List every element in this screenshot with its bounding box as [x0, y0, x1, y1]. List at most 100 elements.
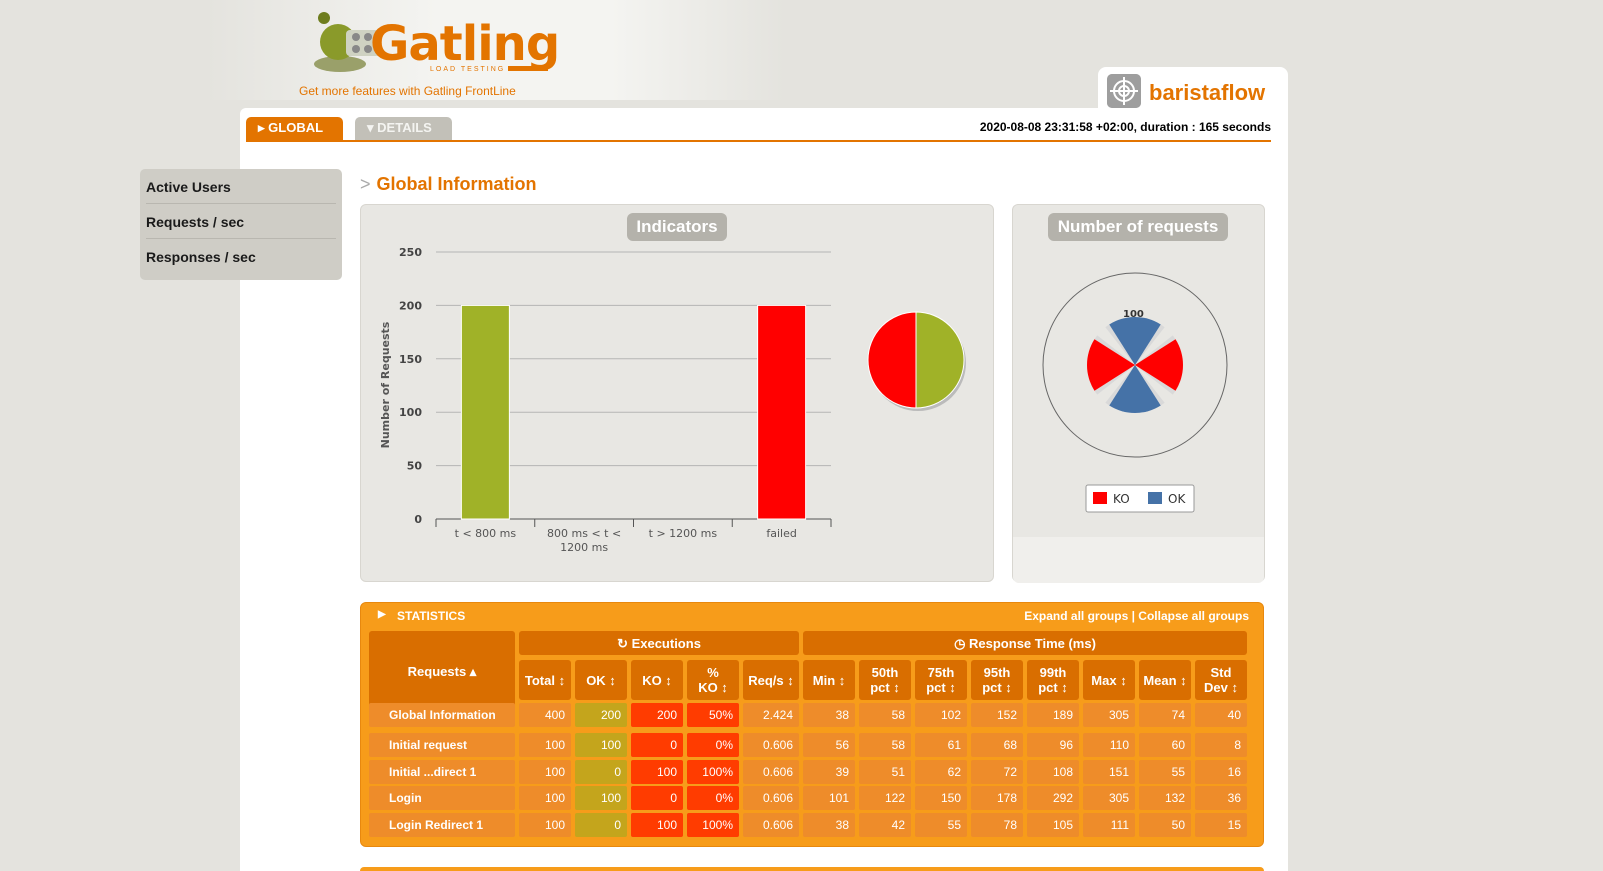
- column-header[interactable]: 50th pct ↕: [859, 660, 911, 700]
- table-cell: 72: [971, 759, 1023, 784]
- table-cell: 100: [575, 786, 627, 810]
- table-cell: 0: [631, 786, 683, 810]
- table-row-name[interactable]: Login: [369, 786, 515, 810]
- legend-swatch: [1093, 492, 1107, 504]
- statistics-panel: ▶ STATISTICS Expand all groups | Collaps…: [360, 602, 1264, 847]
- table-cell: 100%: [687, 759, 739, 784]
- table-cell: 111: [1083, 812, 1135, 837]
- expand-all-link[interactable]: Expand all groups: [1024, 609, 1128, 623]
- table-cell: 50%: [687, 703, 739, 727]
- table-cell: 305: [1083, 703, 1135, 727]
- table-row-name[interactable]: Initial request: [369, 733, 515, 757]
- tab-details-label: DETAILS: [377, 120, 432, 135]
- column-header[interactable]: Max ↕: [1083, 660, 1135, 700]
- x-tick-label: failed: [766, 527, 796, 540]
- table-cell: 200: [575, 703, 627, 727]
- table-cell: 15: [1195, 812, 1247, 837]
- table-cell: 101: [803, 786, 855, 810]
- target-icon: [1107, 74, 1141, 108]
- table-cell: 36: [1195, 786, 1247, 810]
- pie-legend: KO OK: [1085, 484, 1195, 513]
- group-header-executions: ↻ Executions: [519, 631, 799, 655]
- table-cell: 0: [575, 812, 627, 837]
- section-title-text: Global Information: [376, 174, 537, 194]
- table-cell: 152: [971, 703, 1023, 727]
- column-header[interactable]: 75th pct ↕: [915, 660, 967, 700]
- table-cell: 51: [859, 759, 911, 784]
- collapse-all-link[interactable]: Collapse all groups: [1138, 609, 1249, 623]
- bar: [757, 304, 807, 520]
- table-cell: 55: [1139, 759, 1191, 784]
- table-cell: 38: [803, 812, 855, 837]
- table-cell: 305: [1083, 786, 1135, 810]
- legend-label: OK: [1168, 492, 1186, 506]
- sidebar-item-responses-per-sec[interactable]: Responses / sec: [146, 239, 336, 274]
- y-tick-label: 250: [399, 246, 422, 259]
- table-cell: 132: [1139, 786, 1191, 810]
- table-cell: 39: [803, 759, 855, 784]
- table-cell: 0.606: [743, 733, 799, 757]
- table-cell: 0%: [687, 786, 739, 810]
- table-cell: 100: [631, 812, 683, 837]
- column-header[interactable]: Total ↕: [519, 660, 571, 700]
- table-cell: 178: [971, 786, 1023, 810]
- table-cell: 56: [803, 733, 855, 757]
- column-header[interactable]: Req/s ↕: [743, 660, 799, 700]
- table-row-name[interactable]: Login Redirect 1: [369, 812, 515, 837]
- table-cell: 61: [915, 733, 967, 757]
- table-cell: 96: [1027, 733, 1079, 757]
- table-cell: 55: [915, 812, 967, 837]
- simulation-name: baristaflow: [1149, 80, 1266, 105]
- legend-label: KO: [1113, 492, 1130, 506]
- x-tick-label: 1200 ms: [560, 541, 608, 554]
- global-row-name[interactable]: Global Information: [369, 703, 515, 727]
- table-cell: 0.606: [743, 812, 799, 837]
- table-cell: 0: [631, 733, 683, 757]
- column-header[interactable]: Std Dev ↕: [1195, 660, 1247, 700]
- caret-right-icon: ▸: [258, 120, 265, 135]
- requests-pie-chart: 100 KO OK: [1042, 272, 1228, 513]
- frontline-link[interactable]: Get more features with Gatling FrontLine: [299, 84, 516, 98]
- statistics-title[interactable]: STATISTICS: [397, 609, 465, 623]
- chevron-icon: >: [360, 174, 371, 194]
- x-tick-label: 800 ms < t <: [547, 527, 621, 540]
- column-header[interactable]: OK ↕: [575, 660, 627, 700]
- y-tick-label: 150: [399, 353, 422, 366]
- tab-underline: [246, 140, 1271, 142]
- requests-panel: Number of requests 100 KO OK: [1012, 204, 1265, 583]
- column-header-requests[interactable]: Requests ▴: [369, 631, 515, 712]
- tab-global[interactable]: ▸ GLOBAL: [246, 117, 343, 141]
- column-header[interactable]: Mean ↕: [1139, 660, 1191, 700]
- table-cell: 200: [631, 703, 683, 727]
- tab-global-label: GLOBAL: [268, 120, 324, 135]
- column-header[interactable]: % KO ↕: [687, 660, 739, 700]
- section-title: > Global Information: [360, 174, 537, 195]
- next-section-bar: [360, 867, 1264, 871]
- column-header[interactable]: 95th pct ↕: [971, 660, 1023, 700]
- table-cell: 78: [971, 812, 1023, 837]
- table-cell: 102: [915, 703, 967, 727]
- sidebar-item-active-users[interactable]: Active Users: [146, 169, 336, 204]
- table-row-name[interactable]: Initial ...direct 1: [369, 759, 515, 784]
- table-cell: 100: [519, 812, 571, 837]
- column-header[interactable]: 99th pct ↕: [1027, 660, 1079, 700]
- y-tick-label: 100: [399, 406, 422, 419]
- indicators-bar-chart: 0 50 100 150 200 250 Number of Requests t < 800…: [379, 246, 966, 554]
- table-cell: 74: [1139, 703, 1191, 727]
- column-header[interactable]: KO ↕: [631, 660, 683, 700]
- table-cell: 108: [1027, 759, 1079, 784]
- table-cell: 58: [859, 703, 911, 727]
- table-cell: 100: [519, 759, 571, 784]
- tab-details[interactable]: ▾ DETAILS: [355, 117, 452, 141]
- table-cell: 100%: [687, 812, 739, 837]
- sidebar-item-requests-per-sec[interactable]: Requests / sec: [146, 204, 336, 239]
- table-cell: 0: [575, 759, 627, 784]
- table-cell: 122: [859, 786, 911, 810]
- table-cell: 40: [1195, 703, 1247, 727]
- column-header[interactable]: Min ↕: [803, 660, 855, 700]
- legend-swatch: [1148, 492, 1162, 504]
- pie-slice: [867, 311, 917, 409]
- sidebar: Active Users Requests / sec Responses / …: [140, 169, 342, 280]
- caret-right-icon[interactable]: ▶: [378, 609, 386, 620]
- caret-down-icon: ▾: [367, 120, 374, 135]
